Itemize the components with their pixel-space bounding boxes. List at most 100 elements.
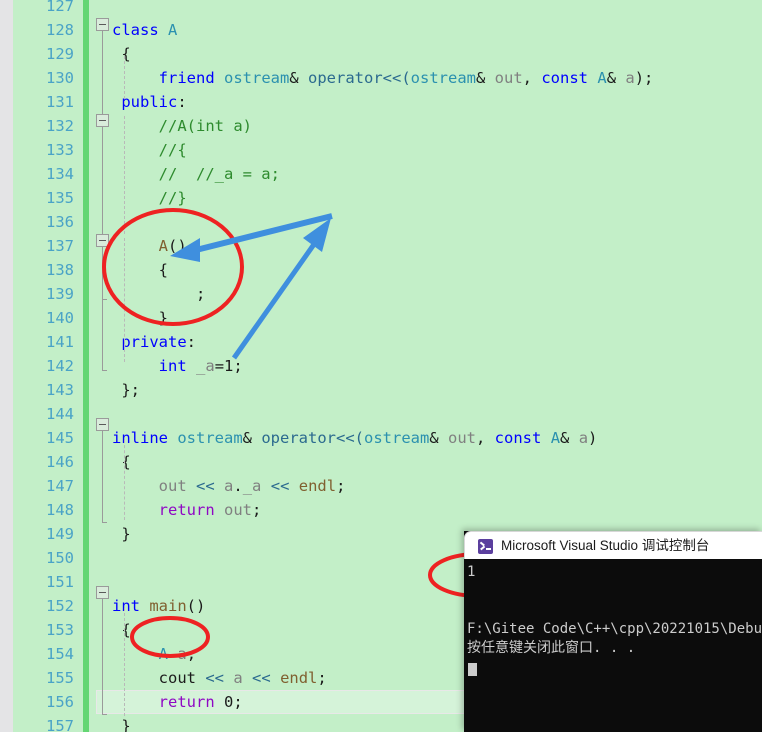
- code-token: const: [494, 429, 542, 447]
- code-token: &: [242, 429, 262, 447]
- line-number: 145: [46, 429, 74, 447]
- code-token: main: [149, 597, 187, 615]
- console-title-bar[interactable]: Microsoft Visual Studio 调试控制台: [464, 531, 762, 559]
- line-number: 131: [46, 93, 74, 111]
- code-line-partial: 127: [0, 0, 762, 18]
- console-title-text: Microsoft Visual Studio 调试控制台: [501, 538, 710, 553]
- fold-marker-operator-overload[interactable]: [96, 418, 109, 431]
- code-line[interactable]: 148 return out;: [0, 498, 762, 522]
- line-number: 147: [46, 477, 74, 495]
- code-line[interactable]: 140 }: [0, 306, 762, 330]
- code-token: {: [112, 453, 131, 471]
- indent-guide-commented: [124, 116, 125, 234]
- line-number: 136: [46, 213, 74, 231]
- code-token: out: [448, 429, 476, 447]
- code-line-text: int _a=1;: [112, 354, 243, 378]
- line-number: 132: [46, 117, 74, 135]
- code-token: ;: [252, 501, 262, 519]
- fold-guide-class-a: [102, 31, 103, 370]
- code-line[interactable]: 136: [0, 210, 762, 234]
- code-line[interactable]: 137 A(): [0, 234, 762, 258]
- line-number: 134: [46, 165, 74, 183]
- fold-marker-main[interactable]: [96, 586, 109, 599]
- code-token: (): [186, 597, 206, 615]
- code-token: ;: [336, 477, 346, 495]
- code-token: <<(: [382, 69, 411, 87]
- code-token: a: [233, 669, 243, 687]
- line-number: 157: [46, 717, 74, 732]
- code-line-text: int main(): [112, 594, 205, 618]
- code-token: //A(int a): [112, 117, 252, 135]
- line-number: 144: [46, 405, 74, 423]
- code-token: A: [168, 21, 178, 39]
- code-line-text: {: [112, 450, 131, 474]
- code-token: int: [112, 597, 140, 615]
- code-line[interactable]: 143 };: [0, 378, 762, 402]
- code-token: int: [158, 357, 187, 375]
- code-line-text: ;: [112, 282, 205, 306]
- code-line[interactable]: 147 out << a._a << endl;: [0, 474, 762, 498]
- code-token: }: [112, 717, 131, 732]
- line-number: 128: [46, 21, 74, 39]
- code-line[interactable]: 131 public:: [0, 90, 762, 114]
- code-token: ;: [112, 285, 206, 303]
- code-line[interactable]: 128 class A: [0, 18, 762, 42]
- line-number: 143: [46, 381, 74, 399]
- code-line[interactable]: 134 // //_a = a;: [0, 162, 762, 186]
- line-number: 141: [46, 333, 74, 351]
- code-token: {: [112, 45, 131, 63]
- line-number: 142: [46, 357, 74, 375]
- code-line[interactable]: 129 {: [0, 42, 762, 66]
- fold-marker-commented-ctor[interactable]: [96, 114, 109, 127]
- line-number: 149: [46, 525, 74, 543]
- code-line-text: {: [112, 42, 131, 66]
- code-line[interactable]: 142 int _a=1;: [0, 354, 762, 378]
- code-token: operator: [261, 429, 336, 447]
- code-token: A: [158, 645, 169, 663]
- indent-guide-ctor-body: [124, 238, 125, 362]
- code-line[interactable]: 138 {: [0, 258, 762, 282]
- code-token: <<: [252, 669, 271, 687]
- fold-guide-foot-main: [102, 714, 107, 715]
- line-number: 151: [46, 573, 74, 591]
- code-line[interactable]: 144: [0, 402, 762, 426]
- fold-marker-class-a[interactable]: [96, 18, 109, 31]
- code-line[interactable]: 139 ;: [0, 282, 762, 306]
- line-number: 153: [46, 621, 74, 639]
- code-line[interactable]: 130 friend ostream& operator<<(ostream& …: [0, 66, 762, 90]
- code-token: ,: [476, 429, 495, 447]
- debug-console-window[interactable]: Microsoft Visual Studio 调试控制台 1 F:\Gitee…: [464, 531, 762, 732]
- code-token: const: [541, 69, 589, 87]
- console-path-line: F:\Gitee Code\C++\cpp\20221015\Debug\: [467, 621, 762, 637]
- code-line[interactable]: 146 {: [0, 450, 762, 474]
- code-token: a: [578, 429, 589, 447]
- console-app-icon: [478, 539, 493, 554]
- code-token: ;: [233, 693, 243, 711]
- code-line[interactable]: 132 //A(int a): [0, 114, 762, 138]
- code-token: ): [588, 429, 598, 447]
- fold-guide-foot-operator-overload: [102, 522, 107, 523]
- code-token: <<(: [336, 429, 364, 447]
- code-line[interactable]: 133 //{: [0, 138, 762, 162]
- console-output-area[interactable]: 1 F:\Gitee Code\C++\cpp\20221015\Debug\ …: [464, 559, 762, 732]
- line-number: 138: [46, 261, 74, 279]
- code-line[interactable]: 145 inline ostream& operator<<(ostream& o…: [0, 426, 762, 450]
- code-token: <<: [205, 669, 225, 687]
- fold-marker-default-ctor[interactable]: [96, 234, 109, 247]
- code-token: endl: [280, 669, 318, 687]
- code-token: a: [177, 645, 187, 663]
- line-number: 146: [46, 453, 74, 471]
- code-line[interactable]: 135 //}: [0, 186, 762, 210]
- code-token: :: [177, 93, 187, 111]
- code-line[interactable]: 141 private:: [0, 330, 762, 354]
- code-line-text: {: [112, 618, 130, 642]
